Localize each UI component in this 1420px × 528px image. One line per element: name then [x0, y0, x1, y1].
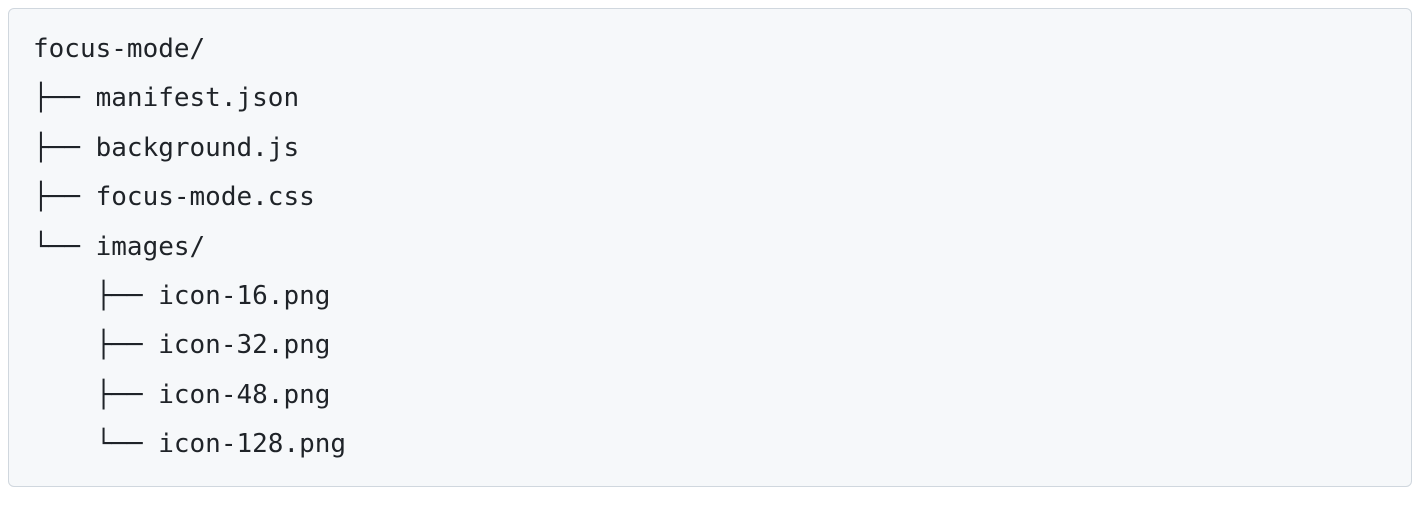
- tree-line: ├── icon-16.png: [33, 281, 330, 311]
- tree-line: ├── icon-48.png: [33, 380, 330, 410]
- tree-line: ├── manifest.json: [33, 83, 299, 113]
- tree-line: ├── focus-mode.css: [33, 182, 315, 212]
- tree-line: └── icon-128.png: [33, 429, 346, 459]
- directory-tree: focus-mode/ ├── manifest.json ├── backgr…: [8, 8, 1412, 487]
- tree-line: ├── background.js: [33, 133, 299, 163]
- tree-line: focus-mode/: [33, 34, 205, 64]
- tree-line: └── images/: [33, 232, 205, 262]
- tree-line: ├── icon-32.png: [33, 330, 330, 360]
